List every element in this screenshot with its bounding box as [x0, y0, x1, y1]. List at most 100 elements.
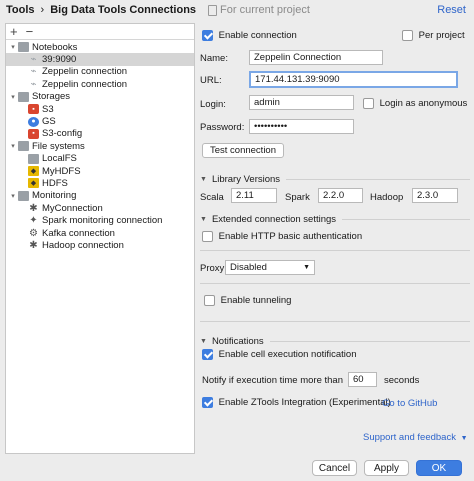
expand-caret-icon[interactable]: ▾ [8, 43, 18, 51]
cell-notify-checkbox[interactable] [202, 349, 213, 360]
notify-seconds-label: seconds [384, 375, 420, 386]
connections-tree-panel: + − ▾ Notebooks ⌁ 39:9090 ⌁ Zeppelin connecti… [5, 23, 195, 454]
collapse-icon[interactable]: ▼ [200, 338, 207, 345]
tree-item[interactable]: ✱ Hadoop connection [6, 239, 194, 251]
support-feedback-link[interactable]: Support and feedback ▼ [363, 432, 468, 443]
hdfs-icon: ◆ [28, 166, 39, 177]
tree-item-label: S3-config [42, 128, 83, 140]
tree-item-label: Monitoring [32, 190, 77, 202]
breadcrumb-separator: › [40, 4, 45, 16]
enable-connection-label: Enable connection [218, 30, 297, 42]
cell-notify-label: Enable cell execution notification [218, 349, 357, 361]
tree-item[interactable]: ⌁ 39:9090 [6, 53, 194, 66]
tree-item[interactable]: ▪ S3-config [6, 128, 194, 140]
anonymous-label: Login as anonymous [379, 98, 468, 110]
proxy-selected-value: Disabled [230, 262, 267, 273]
test-connection-button[interactable]: Test connection [202, 143, 284, 158]
github-link[interactable]: Go to GitHub [382, 398, 437, 409]
tree-item[interactable]: ● GS [6, 115, 194, 127]
notify-threshold-label: Notify if execution time more than [202, 375, 343, 386]
hadoop-icon: ✱ [29, 239, 38, 251]
name-input[interactable] [249, 50, 383, 65]
tree-item[interactable]: ◆ MyHDFS [6, 165, 194, 177]
local-folder-icon [28, 153, 39, 164]
http-auth-checkbox[interactable] [202, 231, 213, 242]
tree-item[interactable]: ✦ Spark monitoring connection [6, 214, 194, 226]
proxy-select[interactable]: Disabled ▼ [225, 260, 315, 275]
tree-item-label: Zeppelin connection [42, 78, 128, 90]
breadcrumb-tools[interactable]: Tools [6, 4, 35, 16]
scala-label: Scala [200, 192, 224, 203]
anonymous-checkbox[interactable] [363, 98, 374, 109]
tree-item[interactable]: ⚙ Kafka connection [6, 227, 194, 239]
http-auth-row: Enable HTTP basic authentication [202, 231, 362, 242]
expand-caret-icon[interactable]: ▾ [8, 192, 18, 200]
reset-link[interactable]: Reset [437, 4, 466, 16]
spark-input[interactable] [318, 188, 363, 203]
tree-group[interactable]: ▾ Storages [6, 91, 194, 103]
expand-caret-icon[interactable]: ▾ [8, 142, 18, 150]
anonymous-row: Login as anonymous [363, 98, 467, 109]
password-label: Password: [200, 122, 245, 133]
folder-icon [18, 91, 29, 102]
tree-item-label: MyConnection [42, 202, 103, 214]
connections-tree: ▾ Notebooks ⌁ 39:9090 ⌁ Zeppelin connection ⌁ Z… [6, 40, 194, 252]
cancel-button[interactable]: Cancel [312, 460, 357, 476]
apply-button[interactable]: Apply [364, 460, 409, 476]
tree-item-label: GS [42, 116, 56, 128]
password-input[interactable] [249, 119, 354, 134]
s3-icon: ▪ [28, 104, 39, 115]
library-versions-section: ▼ Library Versions [200, 174, 470, 185]
tree-item-label: Kafka connection [42, 227, 115, 239]
remove-icon[interactable]: − [26, 24, 34, 39]
tree-group[interactable]: ▾ File systems [6, 140, 194, 152]
tree-item[interactable]: ✱ MyConnection [6, 202, 194, 214]
ok-button[interactable]: OK [416, 460, 462, 476]
per-project-checkbox[interactable] [402, 30, 413, 41]
login-label: Login: [200, 99, 226, 110]
notebook-icon: ⌁ [30, 54, 37, 66]
per-project-label: Per project [418, 30, 465, 42]
notify-threshold-input[interactable] [348, 372, 377, 387]
tree-item-label: File systems [32, 140, 85, 152]
collapse-icon[interactable]: ▼ [200, 176, 207, 183]
chevron-down-icon: ▼ [460, 435, 468, 442]
tree-item-label: Spark monitoring connection [42, 215, 163, 227]
login-input[interactable] [249, 95, 354, 110]
tree-item-label: LocalFS [42, 153, 77, 165]
url-input[interactable] [249, 71, 458, 88]
tunneling-checkbox[interactable] [204, 295, 215, 306]
hadoop-input[interactable] [412, 188, 458, 203]
project-icon [208, 4, 218, 16]
library-versions-title: Library Versions [211, 174, 281, 185]
folder-icon [18, 42, 29, 53]
tree-item[interactable]: ◆ HDFS [6, 177, 194, 189]
support-feedback-label: Support and feedback [363, 432, 456, 443]
dialog-footer: Cancel Apply OK [0, 456, 474, 481]
expand-caret-icon[interactable]: ▾ [8, 93, 18, 101]
tree-group[interactable]: ▾ Notebooks [6, 41, 194, 53]
name-label: Name: [200, 53, 228, 64]
scope-label: For current project [220, 4, 310, 16]
tree-item[interactable]: LocalFS [6, 153, 194, 165]
chevron-down-icon: ▼ [303, 264, 310, 271]
folder-icon [18, 190, 29, 201]
hadoop-label: Hadoop [370, 192, 404, 203]
tree-item[interactable]: ⌁ Zeppelin connection [6, 66, 194, 78]
tree-item[interactable]: ▪ S3 [6, 103, 194, 115]
gcs-icon: ● [28, 116, 39, 127]
notifications-section: ▼ Notifications [200, 336, 470, 347]
tree-item[interactable]: ⌁ Zeppelin connection [6, 78, 194, 90]
add-icon[interactable]: + [10, 24, 18, 39]
ztools-checkbox[interactable] [202, 397, 213, 408]
scala-input[interactable] [231, 188, 277, 203]
spark-icon: ✦ [29, 215, 38, 227]
tree-group[interactable]: ▾ Monitoring [6, 190, 194, 202]
cell-notify-row: Enable cell execution notification [202, 349, 356, 360]
settings-header: Tools › Big Data Tools Connections For c… [0, 0, 474, 20]
collapse-icon[interactable]: ▼ [200, 216, 207, 223]
proxy-label: Proxy [200, 263, 225, 274]
tree-item-label: Zeppelin connection [42, 66, 128, 78]
notifications-title: Notifications [211, 336, 264, 347]
enable-connection-checkbox[interactable] [202, 30, 213, 41]
